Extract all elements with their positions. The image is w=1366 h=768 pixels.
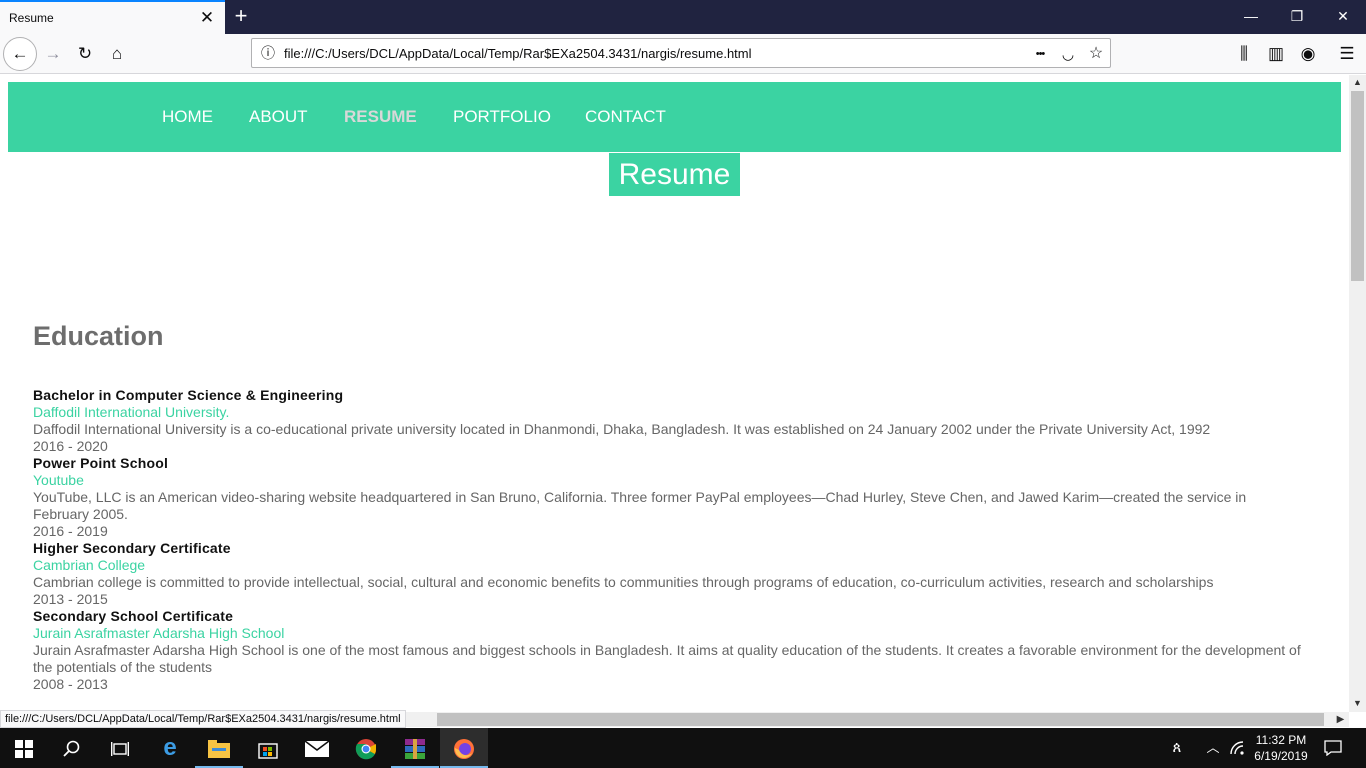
firefox-icon[interactable] xyxy=(440,728,488,768)
taskbar-clock[interactable]: 11:32 PM 6/19/2019 xyxy=(1250,732,1312,764)
institution-name[interactable]: Jurain Asrafmaster Adarsha High School xyxy=(33,625,1313,642)
windows-taskbar: e ጰ ︿ 11:32 PM 6/19/2019 xyxy=(0,728,1366,768)
page-viewport: HOME ABOUT RESUME PORTFOLIO CONTACT Resu… xyxy=(0,75,1349,712)
nav-resume[interactable]: RESUME xyxy=(344,107,417,127)
menu-icon[interactable]: ☰ xyxy=(1332,39,1362,69)
institution-description: Jurain Asrafmaster Adarsha High School i… xyxy=(33,642,1301,675)
degree-title: Power Point School xyxy=(33,455,169,471)
nav-home[interactable]: HOME xyxy=(162,107,213,127)
sidebar-icon[interactable]: ▥ xyxy=(1261,39,1291,69)
vertical-scroll-thumb[interactable] xyxy=(1351,91,1364,281)
home-icon[interactable]: ⌂ xyxy=(102,39,132,69)
page-title: Resume xyxy=(609,153,740,196)
minimize-button[interactable]: — xyxy=(1228,0,1274,32)
education-years: 2016 - 2020 xyxy=(33,438,108,454)
notification-icon[interactable] xyxy=(1320,728,1346,768)
degree-title: Bachelor in Computer Science & Engineeri… xyxy=(33,387,344,403)
url-bar[interactable]: ⓘ file:///C:/Users/DCL/AppData/Local/Tem… xyxy=(251,38,1111,68)
scroll-down-icon[interactable]: ▼ xyxy=(1349,696,1366,710)
forward-icon[interactable]: → xyxy=(38,39,68,69)
tab-title: Resume xyxy=(9,11,54,25)
education-entry: Power Point School Youtube YouTube, LLC … xyxy=(33,455,1273,540)
start-button[interactable] xyxy=(0,728,48,768)
close-window-button[interactable]: ✕ xyxy=(1320,0,1366,32)
url-text[interactable]: file:///C:/Users/DCL/AppData/Local/Temp/… xyxy=(284,46,752,61)
new-tab-button[interactable]: + xyxy=(230,4,252,28)
file-explorer-icon[interactable] xyxy=(195,728,243,768)
nav-portfolio[interactable]: PORTFOLIO xyxy=(453,107,551,127)
site-info-icon[interactable]: ⓘ xyxy=(260,45,276,61)
education-entry: Bachelor in Computer Science & Engineeri… xyxy=(33,387,1313,455)
search-icon[interactable] xyxy=(48,728,96,768)
page-actions-icon[interactable]: ••• xyxy=(1030,44,1050,64)
institution-name[interactable]: Cambrian College xyxy=(33,557,1313,574)
degree-title: Higher Secondary Certificate xyxy=(33,540,231,556)
institution-description: Cambrian college is committed to provide… xyxy=(33,574,1214,590)
browser-toolbar: ← → ↻ ⌂ ⓘ file:///C:/Users/DCL/AppData/L… xyxy=(0,34,1366,74)
institution-description: YouTube, LLC is an American video-sharin… xyxy=(33,489,1247,522)
education-entry: Higher Secondary Certificate Cambrian Co… xyxy=(33,540,1313,608)
clock-time: 11:32 PM xyxy=(1255,733,1307,747)
tab-close-icon[interactable]: ✕ xyxy=(199,8,215,28)
account-icon[interactable]: ◉ xyxy=(1293,39,1323,69)
browser-tab-bar: Resume ✕ + — ❐ ✕ xyxy=(0,0,1366,34)
education-years: 2008 - 2013 xyxy=(33,676,108,692)
nav-about[interactable]: ABOUT xyxy=(249,107,308,127)
education-years: 2013 - 2015 xyxy=(33,591,108,607)
vertical-scrollbar[interactable]: ▲ ▼ xyxy=(1349,75,1366,712)
institution-name[interactable]: Daffodil International University. xyxy=(33,404,1313,421)
education-heading: Education xyxy=(33,321,164,351)
library-icon[interactable]: ⫼ xyxy=(1229,39,1259,69)
chevron-up-icon[interactable]: ︿ xyxy=(1203,728,1223,768)
task-view-icon[interactable] xyxy=(96,728,144,768)
pocket-icon[interactable]: ◡ xyxy=(1058,44,1078,64)
people-icon[interactable]: ጰ xyxy=(1166,728,1188,768)
store-icon[interactable] xyxy=(244,728,292,768)
back-icon[interactable]: ← xyxy=(3,37,37,71)
winrar-icon[interactable] xyxy=(391,728,439,768)
education-years: 2016 - 2019 xyxy=(33,523,108,539)
nav-contact[interactable]: CONTACT xyxy=(585,107,666,127)
institution-name[interactable]: Youtube xyxy=(33,472,1273,489)
mail-icon[interactable] xyxy=(293,728,341,768)
scroll-right-icon[interactable]: ▶ xyxy=(1332,712,1349,727)
horizontal-scroll-thumb[interactable] xyxy=(437,713,1324,726)
clock-date: 6/19/2019 xyxy=(1254,749,1308,763)
chrome-icon[interactable] xyxy=(342,728,390,768)
degree-title: Secondary School Certificate xyxy=(33,608,234,624)
wifi-icon[interactable] xyxy=(1228,728,1248,768)
restore-button[interactable]: ❐ xyxy=(1274,0,1320,32)
site-navbar: HOME ABOUT RESUME PORTFOLIO CONTACT xyxy=(8,82,1341,152)
bookmark-star-icon[interactable]: ☆ xyxy=(1086,44,1106,64)
institution-description: Daffodil International University is a c… xyxy=(33,421,1211,437)
scroll-up-icon[interactable]: ▲ xyxy=(1349,75,1366,89)
education-entry: Secondary School Certificate Jurain Asra… xyxy=(33,608,1313,693)
browser-tab[interactable]: Resume ✕ xyxy=(0,0,225,34)
reload-icon[interactable]: ↻ xyxy=(70,39,100,69)
edge-icon[interactable]: e xyxy=(146,728,194,768)
status-bar: file:///C:/Users/DCL/AppData/Local/Temp/… xyxy=(0,710,406,728)
